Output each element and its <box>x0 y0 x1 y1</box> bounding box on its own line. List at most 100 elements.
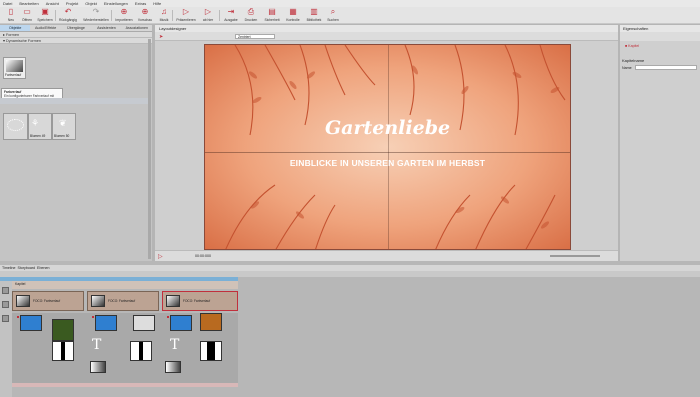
tab-transitions[interactable]: Übergänge <box>61 25 91 31</box>
export-button[interactable]: ⇥ Ausgabe <box>220 8 242 23</box>
marker-icon <box>17 316 19 318</box>
redo-button[interactable]: ↷ Wiederherstellen <box>83 7 108 23</box>
gradient-thumbnail[interactable] <box>165 361 181 373</box>
menu-bar: Datei Bearbeiten Ansicht Projekt Objekt … <box>0 0 700 7</box>
search-button[interactable]: ⌕ Suchen <box>322 8 344 23</box>
toolbar-separator <box>111 10 112 21</box>
selected-row <box>0 98 148 104</box>
chapter-track-icon <box>2 287 9 294</box>
mask-thumbnail[interactable] <box>52 341 74 361</box>
new-file-icon: ▯ <box>8 7 14 16</box>
gradient-icon <box>6 60 23 72</box>
playback-bar: ▷ 00:00:000 <box>155 250 618 261</box>
photo-thumbnail-plant[interactable] <box>52 319 74 341</box>
mask-thumbnail[interactable] <box>200 341 222 361</box>
play-from-button[interactable]: ▷ ab hier <box>197 8 219 23</box>
marker-icon <box>167 316 169 318</box>
pointer-icon[interactable]: ➤ <box>159 34 163 40</box>
open-folder-icon: ▭ <box>23 7 31 16</box>
gradient-thumbnail <box>16 295 30 307</box>
photo-thumbnail-mountains[interactable] <box>20 315 42 331</box>
menu-item-datei[interactable]: Datei <box>3 1 12 6</box>
save-button[interactable]: ▣ Speichern <box>34 8 56 23</box>
text-object-icon[interactable]: T <box>92 337 101 353</box>
properties-title: Eigenschaften <box>620 25 700 32</box>
chapter-toggle[interactable]: ■ Kapitel <box>625 44 639 48</box>
canvas-subtitle[interactable]: EINBLICKE IN UNSEREN GARTEN IM HERBST <box>205 158 570 168</box>
audio-lane[interactable] <box>12 383 238 387</box>
tab-associations[interactable]: Assoziationen <box>122 25 152 31</box>
redo-icon: ↷ <box>92 7 100 16</box>
objects-scrollbar[interactable] <box>148 39 151 259</box>
undo-icon: ↶ <box>64 7 72 16</box>
chapter-lane[interactable]: Kapitel <box>12 281 238 289</box>
timeline-clip[interactable]: FOCO: Farbverlauf <box>12 291 84 311</box>
print-button[interactable]: ⎙ Drucken <box>240 8 262 23</box>
library-icon: ▥ <box>310 7 318 16</box>
print-icon: ⎙ <box>247 7 255 16</box>
gradient-thumbnail[interactable] <box>90 361 106 373</box>
present-button[interactable]: ▷ Präsentieren <box>175 8 197 23</box>
undo-button[interactable]: ↶ Rückgängig <box>57 8 79 23</box>
lock-icon: ▤ <box>268 7 276 16</box>
timeline-panel: Timeline Storyboard Ebenen Kapitel FOCO:… <box>0 261 700 397</box>
export-icon: ⇥ <box>227 7 235 16</box>
tab-objects[interactable]: Objekte <box>0 25 31 31</box>
ornament-icon <box>7 119 24 131</box>
search-icon: ⌕ <box>330 7 336 16</box>
timeline-clip-selected[interactable]: FOCO: Farbverlauf <box>162 291 238 311</box>
marker-icon <box>92 316 94 318</box>
check-button[interactable]: ▦ Kontrolle <box>282 8 304 23</box>
canvas-title[interactable]: Gartenliebe <box>205 117 570 139</box>
objects-tabs: Objekte Audio/Effekte Übergänge Assisten… <box>0 25 152 32</box>
menu-item-extras[interactable]: Extras <box>135 1 146 6</box>
import-button[interactable]: ⊕ Importieren <box>113 8 135 23</box>
menu-item-projekt[interactable]: Projekt <box>66 1 78 6</box>
gradient-thumbnail <box>91 295 105 307</box>
tile-gradient[interactable]: Farbverlauf <box>3 57 26 79</box>
leaf-decoration <box>225 45 566 249</box>
properties-panel: Eigenschaften ■ Kapitel Kapitelname Name <box>620 25 700 261</box>
menu-item-bearbeiten[interactable]: Bearbeiten <box>19 1 38 6</box>
effect-track-icon <box>2 315 9 322</box>
mask-thumbnail[interactable] <box>130 341 152 361</box>
image-track-icon <box>2 301 9 308</box>
photo-thumbnail-mountains[interactable] <box>95 315 117 331</box>
zoom-select[interactable]: Zentriert <box>235 34 275 39</box>
tree-item-dynamic-forms[interactable]: ▾ Dynamische Formen <box>0 38 152 44</box>
menu-item-objekt[interactable]: Objekt <box>85 1 97 6</box>
menu-item-hilfe[interactable]: Hilfe <box>153 1 161 6</box>
layout-toolbar: Zentriert ➤ <box>155 32 618 41</box>
objects-panel: Objekte Audio/Effekte Übergänge Assisten… <box>0 25 152 261</box>
menu-item-einstellungen[interactable]: Einstellungen <box>104 1 128 6</box>
gradient-thumbnail <box>166 295 180 307</box>
import-icon: ⊕ <box>120 7 128 16</box>
timeline-track-icons <box>0 281 12 397</box>
menu-item-ansicht[interactable]: Ansicht <box>46 1 59 6</box>
plus-icon: ⊕ <box>141 7 149 16</box>
play-icon: ▷ <box>182 7 190 16</box>
text-object-icon[interactable]: T <box>170 337 179 353</box>
tile-blumen-50[interactable]: ❦ Blumen 50 <box>52 113 76 140</box>
chapter-name-input[interactable] <box>635 65 697 70</box>
photo-thumbnail-flowers[interactable] <box>200 313 222 331</box>
security-button[interactable]: ▤ Sicherheit <box>261 8 283 23</box>
volume-slider[interactable] <box>550 255 600 257</box>
properties-toolbar: ■ Kapitel <box>620 32 700 48</box>
photo-thumbnail-mountains[interactable] <box>170 315 192 331</box>
toolbar-separator <box>172 10 173 21</box>
timeline-clip[interactable]: FOCO: Farbverlauf <box>87 291 159 311</box>
main-toolbar: ▯ Neu ▭ Öffnen ▣ Speichern ↶ Rückgängig ↷ Wie… <box>0 7 700 24</box>
tab-assistants[interactable]: Assistenten <box>91 25 121 31</box>
leaf-icon: ❦ <box>59 118 67 128</box>
tab-audio-effects[interactable]: Audio/Effekte <box>30 25 60 31</box>
image-thumbnail[interactable] <box>133 315 155 331</box>
tile-blumen-border[interactable] <box>3 113 28 140</box>
toolbar-separator <box>55 10 56 21</box>
play-from-icon: ▷ <box>204 7 212 16</box>
tile-blumen-49[interactable]: ⚘ Blumen 49 <box>28 113 52 140</box>
play-icon[interactable]: ▷ <box>158 253 163 260</box>
check-icon: ▦ <box>289 7 297 16</box>
slide-canvas[interactable]: Gartenliebe EINBLICKE IN UNSEREN GARTEN … <box>204 44 571 250</box>
panel-title: Layoutdesigner <box>155 25 618 32</box>
